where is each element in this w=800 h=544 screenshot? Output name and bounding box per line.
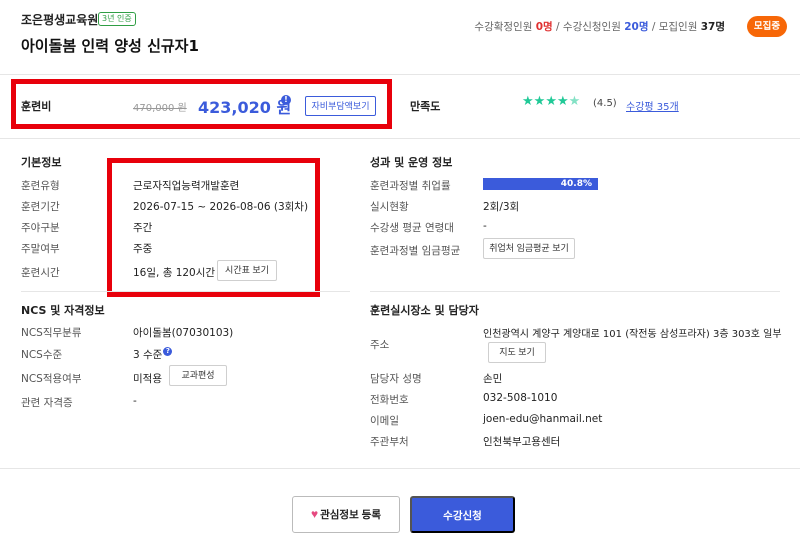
rating-value: (4.5) xyxy=(593,98,617,109)
basic-info-title: 기본정보 xyxy=(21,156,62,169)
ncs-applied-label: NCS적용여부 xyxy=(21,373,82,385)
divider xyxy=(21,291,350,292)
age-group-label: 수강생 평균 연령대 xyxy=(370,222,454,234)
satisfaction-label: 만족도 xyxy=(410,100,441,113)
star-rating: ★★★★★ xyxy=(522,94,580,109)
ncs-title: NCS 및 자격정보 xyxy=(21,304,105,317)
location-title: 훈련실시장소 및 담당자 xyxy=(370,304,479,317)
curriculum-button[interactable]: 교과편성 xyxy=(169,365,227,386)
wage-average-button[interactable]: 취업처 임금평균 보기 xyxy=(483,238,575,259)
certificate-label: 관련 자격증 xyxy=(21,397,73,409)
training-type-label: 훈련유형 xyxy=(21,180,60,192)
training-hours-label: 훈련시간 xyxy=(21,267,60,279)
day-night-label: 주야구분 xyxy=(21,222,60,234)
address-label: 주소 xyxy=(370,339,390,351)
star-icon: ★ xyxy=(533,94,546,109)
certificate-value: - xyxy=(133,395,137,407)
manager-name-label: 담당자 성명 xyxy=(370,373,422,385)
weekend-label: 주말여부 xyxy=(21,243,60,255)
capacity-count: 37명 xyxy=(700,21,725,33)
discounted-fee: 423,020 원 xyxy=(198,98,292,117)
map-button[interactable]: 지도 보기 xyxy=(488,342,546,363)
applied-label: 수강신청인원 xyxy=(562,21,621,33)
employment-rate-value: 40.8% xyxy=(560,179,592,189)
performance-title: 성과 및 운영 정보 xyxy=(370,156,453,169)
confirmed-label: 수강확정인원 xyxy=(474,21,533,33)
apply-button[interactable]: 수강신청 xyxy=(410,496,515,533)
employment-rate-bar: 40.8% xyxy=(483,178,598,190)
applied-count: 20명 xyxy=(624,21,649,33)
department-label: 주관부처 xyxy=(370,436,409,448)
basic-info-highlight-box xyxy=(107,158,320,297)
address-value: 인천광역시 계양구 계양대로 101 (작전동 삼성프라자) 3층 303호 일… xyxy=(483,329,782,340)
department-value: 인천북부고용센터 xyxy=(483,436,561,448)
age-group-value: - xyxy=(483,220,487,232)
ncs-category-value: 아이돌봄(07030103) xyxy=(133,327,234,339)
fee-label: 훈련비 xyxy=(21,100,52,113)
manager-name-value: 손민 xyxy=(483,373,503,385)
ncs-category-label: NCS직무분류 xyxy=(21,327,82,339)
recruiting-status-badge: 모집중 xyxy=(747,16,787,37)
self-pay-button[interactable]: 자비부담액보기 xyxy=(305,96,376,116)
enrollment-stats: 수강확정인원 0명 / 수강신청인원 20명 / 모집인원 37명 xyxy=(474,21,725,33)
email-label: 이메일 xyxy=(370,415,399,427)
divider xyxy=(0,138,800,139)
heart-icon: ♥ xyxy=(310,507,319,521)
confirmed-count: 0명 xyxy=(535,21,553,33)
capacity-label: 모집인원 xyxy=(658,21,698,33)
ncs-level-value: 3 수준? xyxy=(133,347,173,362)
training-period-label: 훈련기간 xyxy=(21,201,60,213)
status-label: 실시현황 xyxy=(370,201,409,213)
help-icon[interactable]: ? xyxy=(163,347,173,356)
half-star-icon: ★ xyxy=(568,94,581,109)
course-header: 조은평생교육원 3년 인증 아이돌봄 인력 양성 신규자1 수강확정인원 0명 … xyxy=(0,0,800,70)
review-link[interactable]: 수강평 35개 xyxy=(626,98,679,113)
employment-rate-label: 훈련과정별 취업률 xyxy=(370,180,451,192)
wage-average-label: 훈련과정별 임금평균 xyxy=(370,245,461,257)
email-value: joen-edu@hanmail.net xyxy=(483,413,603,425)
footer-divider xyxy=(0,468,800,469)
star-icon: ★ xyxy=(522,94,534,109)
info-icon[interactable]: ! xyxy=(281,95,291,105)
certification-badge: 3년 인증 xyxy=(98,12,136,26)
status-value: 2회/3회 xyxy=(483,201,520,213)
course-title: 아이돌봄 인력 양성 신규자1 xyxy=(21,37,199,55)
institution-name[interactable]: 조은평생교육원 xyxy=(21,11,98,28)
star-icon: ★ xyxy=(545,94,557,109)
ncs-applied-value: 미적용 xyxy=(133,373,162,385)
phone-label: 전화번호 xyxy=(370,394,409,406)
star-icon: ★ xyxy=(556,94,569,109)
ncs-level-label: NCS수준 xyxy=(21,349,63,361)
divider xyxy=(370,291,780,292)
phone-value: 032-508-1010 xyxy=(483,392,558,404)
divider xyxy=(0,74,800,75)
interest-register-button[interactable]: ♥ 관심정보 등록 xyxy=(292,496,400,533)
original-fee: 470,000 원 xyxy=(133,103,187,114)
